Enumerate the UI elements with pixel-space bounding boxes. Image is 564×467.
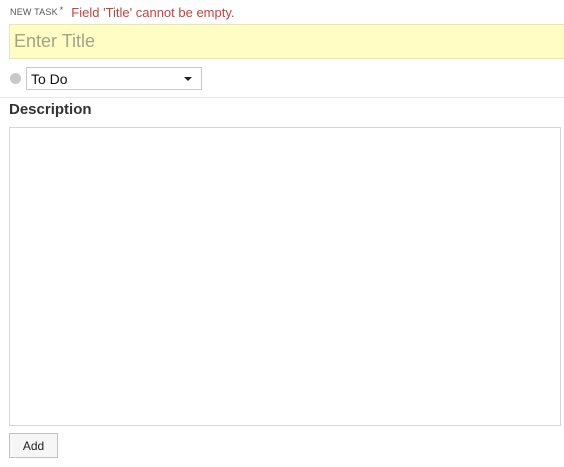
- add-button[interactable]: Add: [9, 433, 58, 458]
- required-marker: *: [59, 5, 64, 15]
- title-error-message: Field 'Title' cannot be empty.: [71, 4, 235, 20]
- status-dot-icon: [10, 73, 21, 84]
- status-dropdown[interactable]: To Do: [26, 67, 202, 90]
- form-header: NEW TASK * Field 'Title' cannot be empty…: [10, 3, 235, 21]
- description-heading: Description: [9, 101, 92, 118]
- status-row: To Do: [10, 67, 202, 90]
- new-task-form: NEW TASK * Field 'Title' cannot be empty…: [0, 0, 564, 467]
- title-input[interactable]: [9, 24, 564, 59]
- description-textarea[interactable]: [9, 127, 561, 426]
- caret-down-icon: [184, 77, 192, 81]
- status-selected-value: To Do: [31, 70, 68, 87]
- divider: [0, 97, 564, 98]
- new-task-label: NEW TASK: [10, 7, 58, 17]
